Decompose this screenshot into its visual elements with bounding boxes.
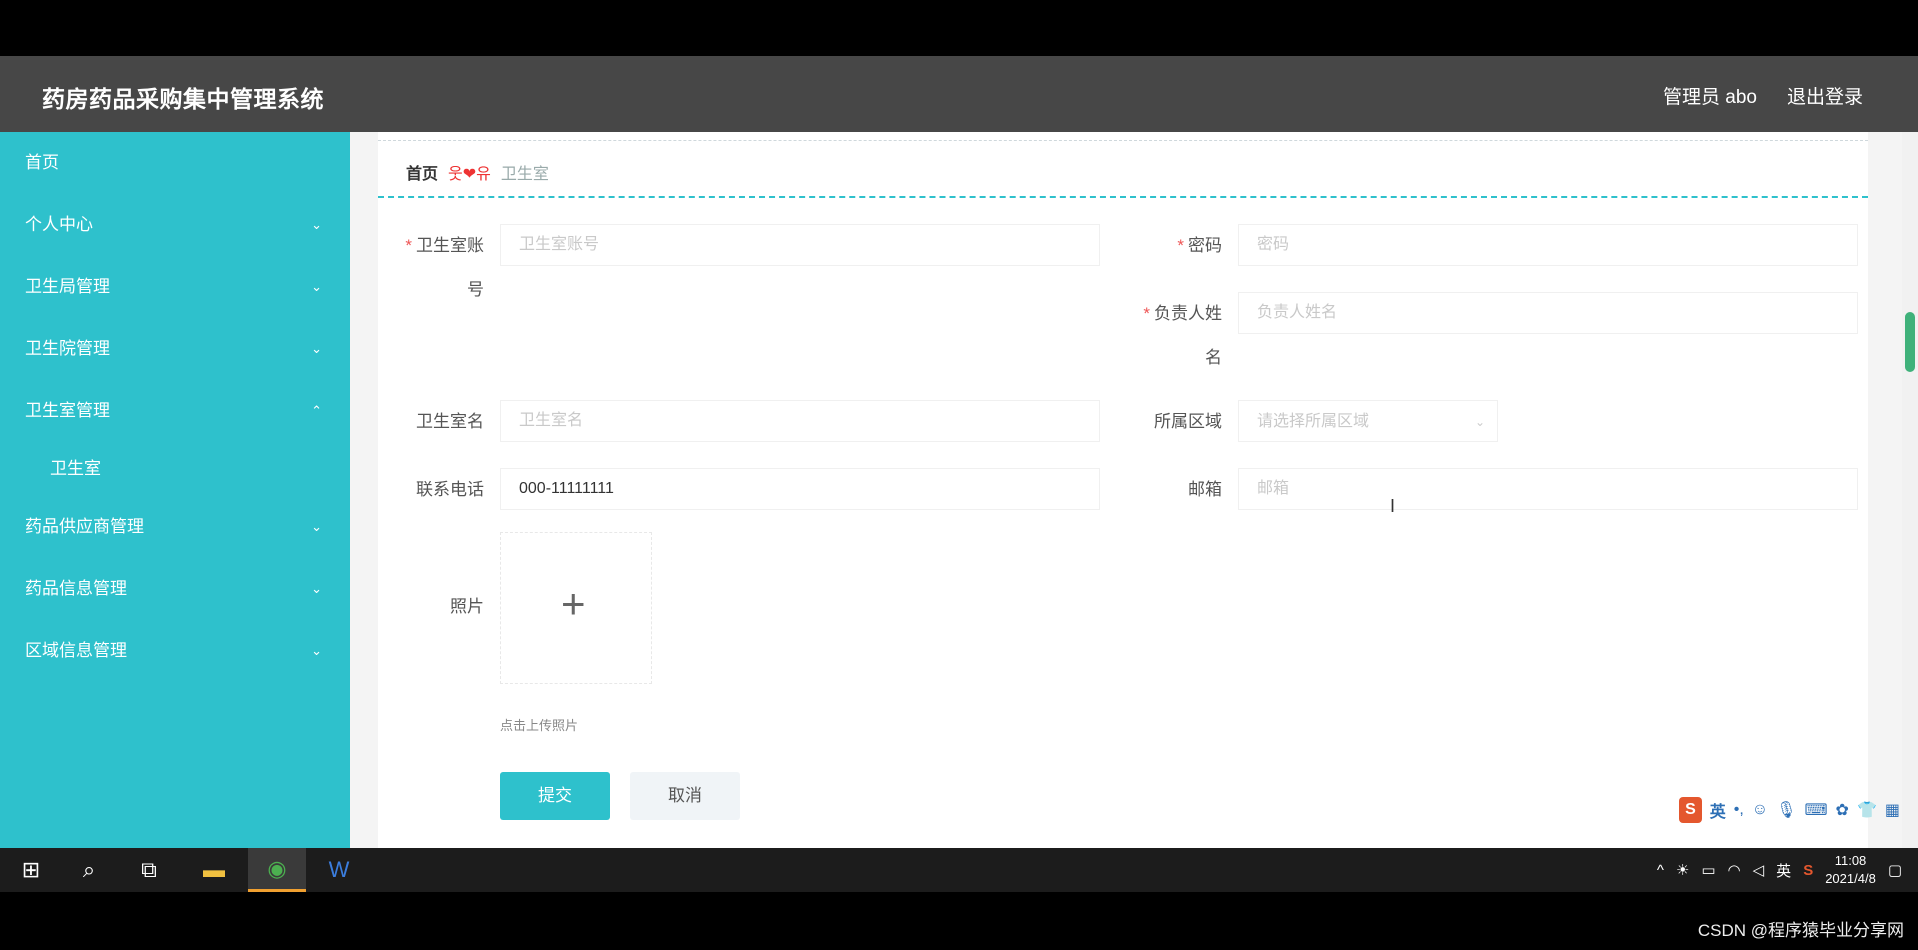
current-user[interactable]: 管理员 abo <box>1663 82 1757 109</box>
chevron-down-icon: ⌄ <box>311 341 322 356</box>
chevron-down-icon: ⌄ <box>311 581 322 596</box>
sidebar: 首页 个人中心 ⌄ 卫生局管理 ⌄ 卫生院管理 ⌄ 卫生室管理 ⌃ 卫生室 药品… <box>0 132 350 892</box>
chevron-up-icon: ⌃ <box>311 403 322 418</box>
chevron-down-icon: ⌄ <box>311 643 322 658</box>
breadcrumb-current[interactable]: 卫生室 <box>501 160 549 184</box>
chevron-down-icon: ⌄ <box>311 217 322 232</box>
account-label: * 卫生室账 <box>405 236 484 255</box>
sidebar-item-label: 区域信息管理 <box>25 641 127 660</box>
phone-label: 联系电话 <box>416 480 484 499</box>
email-input[interactable] <box>1238 468 1858 510</box>
battery-icon[interactable]: ▭ <box>1701 861 1715 879</box>
clinic-name-input[interactable] <box>500 400 1100 442</box>
clinic-name-label: 卫生室名 <box>416 412 484 431</box>
heart-icon: 웃❤유 <box>448 166 491 183</box>
divider <box>378 140 1868 141</box>
account-input[interactable] <box>500 224 1100 266</box>
password-label: * 密码 <box>1177 236 1222 255</box>
submit-button[interactable]: 提交 <box>500 772 610 820</box>
tray-ime-language[interactable]: 英 <box>1776 860 1791 881</box>
app-window: 药房药品采购集中管理系统 管理员 abo 退出登录 首页 个人中心 ⌄ 卫生局管… <box>0 56 1918 892</box>
chrome-icon[interactable]: ◉ <box>248 848 306 892</box>
sidebar-item-label: 药品供应商管理 <box>25 517 144 536</box>
sidebar-item-home[interactable]: 首页 <box>0 132 350 194</box>
form-panel: 首页 웃❤유 卫生室 *卫生室账 号 *密码 *负责人姓 名 卫生 <box>378 132 1868 892</box>
keyboard-icon[interactable]: ⌨ <box>1804 800 1827 820</box>
account-label-continued: 号 <box>467 280 484 299</box>
ime-toolbar: S 英 •, ☺ 🎙 ⌨ ✿ 👕 ▦ <box>1679 794 1900 826</box>
grid-icon[interactable]: ▦ <box>1885 800 1900 820</box>
sidebar-item-drug-info[interactable]: 药品信息管理 ⌄ <box>0 558 350 620</box>
clock-date: 2021/4/8 <box>1825 871 1876 886</box>
cancel-button[interactable]: 取消 <box>630 772 740 820</box>
required-mark: * <box>1143 304 1150 323</box>
sidebar-item-label: 个人中心 <box>25 215 93 234</box>
tools-icon[interactable]: ✿ <box>1836 800 1849 820</box>
page-scrollbar[interactable] <box>1902 132 1918 892</box>
microphone-icon[interactable]: 🎙 <box>1776 800 1796 820</box>
search-icon[interactable]: ⌕ <box>60 848 118 892</box>
divider <box>378 196 1868 198</box>
clock[interactable]: 11:08 2021/4/8 <box>1825 852 1876 888</box>
breadcrumb: 首页 웃❤유 卫生室 <box>406 160 549 184</box>
text-cursor-icon: I <box>1390 496 1396 516</box>
top-header: 药房药品采购集中管理系统 管理员 abo 退出登录 <box>0 56 1918 132</box>
required-mark: * <box>405 236 412 255</box>
logout-link[interactable]: 退出登录 <box>1787 82 1863 109</box>
file-explorer-icon[interactable]: ▬ <box>185 848 243 892</box>
emoji-icon[interactable]: ☺ <box>1752 801 1768 819</box>
windows-start-icon[interactable]: ⊞ <box>2 848 60 892</box>
main-content: 首页 웃❤유 卫生室 *卫生室账 号 *密码 *负责人姓 名 卫生 <box>350 132 1918 892</box>
sidebar-item-label: 卫生局管理 <box>25 277 110 296</box>
chevron-down-icon: ⌄ <box>311 279 322 294</box>
region-select[interactable]: 请选择所属区域 ⌄ <box>1238 400 1498 442</box>
sidebar-item-label: 卫生室管理 <box>25 401 110 420</box>
wifi-icon[interactable]: ◠ <box>1728 861 1741 879</box>
phone-input[interactable] <box>500 468 1100 510</box>
manager-name-label-continued: 名 <box>1205 348 1222 367</box>
clock-time: 11:08 <box>1834 853 1867 868</box>
watermark: CSDN @程序猿毕业分享网 <box>1697 921 1904 940</box>
notification-icon[interactable]: ▢ <box>1888 861 1902 879</box>
plus-icon: + <box>561 580 586 627</box>
sidebar-item-health-center[interactable]: 卫生院管理 ⌄ <box>0 318 350 380</box>
breadcrumb-home[interactable]: 首页 <box>406 160 438 184</box>
required-mark: * <box>1177 236 1184 255</box>
sidebar-subitem-clinic[interactable]: 卫生室 <box>0 442 350 496</box>
word-icon[interactable]: W <box>310 848 368 892</box>
sidebar-item-region-info[interactable]: 区域信息管理 ⌄ <box>0 620 350 682</box>
tray-app-icon[interactable]: ☀ <box>1676 861 1689 879</box>
task-view-icon[interactable]: ⧉ <box>120 848 178 892</box>
ime-language[interactable]: 英 <box>1710 798 1726 822</box>
chevron-up-icon[interactable]: ^ <box>1657 862 1664 879</box>
photo-label: 照片 <box>450 597 484 616</box>
sidebar-item-personal-center[interactable]: 个人中心 ⌄ <box>0 194 350 256</box>
region-select-placeholder: 请选择所属区域 <box>1257 413 1370 430</box>
chevron-down-icon: ⌄ <box>311 519 322 534</box>
skin-icon[interactable]: 👕 <box>1857 800 1877 820</box>
chevron-down-icon: ⌄ <box>1474 415 1485 429</box>
sogou-logo-icon[interactable]: S <box>1679 797 1702 823</box>
upload-tip: 点击上传照片 <box>500 718 579 733</box>
sidebar-item-label: 卫生院管理 <box>25 339 110 358</box>
volume-icon[interactable]: ◁ <box>1753 861 1765 879</box>
manager-name-input[interactable] <box>1238 292 1858 334</box>
region-label: 所属区域 <box>1154 412 1222 431</box>
sidebar-item-clinic-management[interactable]: 卫生室管理 ⌃ <box>0 380 350 442</box>
punctuation-icon[interactable]: •, <box>1734 801 1744 819</box>
taskbar: ⊞ ⌕ ⧉ ▬ ◉ W ^ ☀ ▭ ◠ ◁ 英 S 11:08 2021/4/8… <box>0 848 1918 892</box>
system-tray: ^ ☀ ▭ ◠ ◁ 英 S 11:08 2021/4/8 ▢ <box>1657 848 1918 892</box>
photo-upload[interactable]: + <box>500 532 652 684</box>
sidebar-item-supplier[interactable]: 药品供应商管理 ⌄ <box>0 496 350 558</box>
app-title: 药房药品采购集中管理系统 <box>42 86 324 112</box>
header-actions: 管理员 abo 退出登录 <box>1663 82 1863 109</box>
email-label: 邮箱 <box>1188 480 1222 499</box>
sidebar-item-label: 药品信息管理 <box>25 579 127 598</box>
sidebar-item-health-bureau[interactable]: 卫生局管理 ⌄ <box>0 256 350 318</box>
manager-name-label: * 负责人姓 <box>1143 304 1222 323</box>
sogou-tray-icon[interactable]: S <box>1803 862 1813 879</box>
sidebar-item-label: 首页 <box>25 153 59 172</box>
scrollbar-thumb[interactable] <box>1905 312 1915 372</box>
password-input[interactable] <box>1238 224 1858 266</box>
